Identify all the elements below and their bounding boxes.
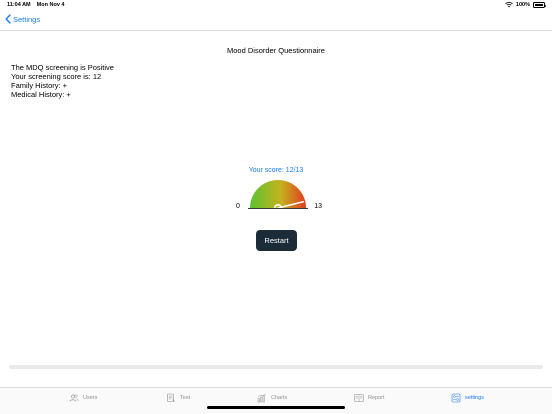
- home-indicator: [207, 406, 345, 409]
- gauge-dial: [248, 180, 308, 210]
- tab-users[interactable]: Users: [69, 393, 97, 403]
- navigation-bar: Settings: [0, 11, 552, 31]
- screening-score: Your screening score is: 12: [11, 72, 102, 81]
- medical-history: Medical History: +: [11, 90, 71, 99]
- tab-test[interactable]: Test: [166, 393, 190, 403]
- score-gauge: 0 13: [236, 176, 322, 212]
- battery-icon: [533, 2, 546, 8]
- tab-test-label: Test: [180, 395, 191, 401]
- test-icon: [167, 393, 175, 402]
- tab-charts[interactable]: Charts: [257, 393, 287, 403]
- chevron-left-icon: [5, 14, 11, 24]
- status-time: 11:04 AM: [7, 2, 31, 8]
- tab-settings[interactable]: settings: [451, 393, 484, 403]
- tab-charts-label: Charts: [271, 395, 288, 401]
- wifi-icon: [505, 2, 513, 8]
- result-summary: The MDQ screening is Positive Your scree…: [11, 63, 114, 99]
- tab-settings-label: settings: [465, 395, 484, 401]
- score-caption: Your score: 12/13: [248, 167, 304, 174]
- report-icon: [354, 394, 364, 402]
- settings-icon: [451, 393, 461, 403]
- tab-report-label: Report: [368, 395, 385, 401]
- status-right: 100%: [505, 2, 546, 8]
- tab-bar: Users Test Charts Report settings: [0, 387, 552, 414]
- family-history: Family History: +: [11, 81, 68, 90]
- status-date: Mon Nov 4: [36, 2, 65, 8]
- charts-icon: [257, 393, 267, 403]
- users-icon: [69, 394, 79, 402]
- tab-report[interactable]: Report: [354, 393, 385, 403]
- battery-percent: 100%: [515, 2, 530, 8]
- back-button[interactable]: Settings: [5, 14, 40, 24]
- horizontal-scroll-track[interactable]: [9, 365, 543, 369]
- status-left: 11:04 AM Mon Nov 4: [7, 2, 64, 8]
- tab-users-label: Users: [83, 395, 98, 401]
- back-button-label: Settings: [13, 14, 41, 24]
- page-title: Mood Disorder Questionnaire: [227, 46, 325, 55]
- screening-result: The MDQ screening is Positive: [11, 63, 114, 72]
- gauge-min-label: 0: [236, 203, 240, 210]
- gauge-max-label: 13: [314, 203, 322, 210]
- status-bar: 11:04 AM Mon Nov 4 100%: [0, 0, 552, 11]
- restart-button[interactable]: Restart: [256, 230, 297, 251]
